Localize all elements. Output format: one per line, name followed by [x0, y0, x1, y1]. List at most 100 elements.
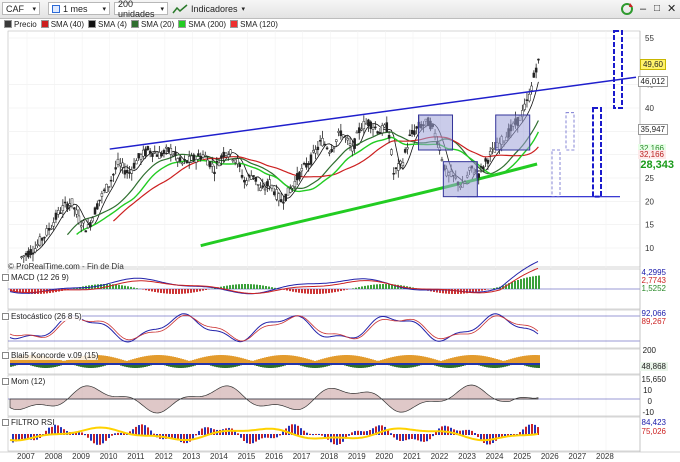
macd-histogram-bar — [442, 289, 444, 294]
maximize-button[interactable]: □ — [654, 1, 660, 16]
blai5-blue-bar — [50, 363, 52, 365]
blai5-green-bar — [326, 363, 328, 367]
blai5-orange-bar — [492, 357, 494, 363]
blai5-green-bar — [314, 363, 316, 368]
blai5-green-bar — [208, 363, 210, 366]
rsi-bar — [345, 434, 347, 439]
candle-body — [390, 149, 393, 155]
candle-body — [293, 180, 297, 187]
candle-body — [105, 183, 108, 193]
rsi-bar — [468, 429, 470, 435]
candle-body — [325, 147, 329, 150]
rsi-bar — [249, 434, 251, 444]
refresh-button[interactable] — [620, 1, 634, 16]
macd-histogram-bar — [253, 284, 255, 289]
blai5-pane-label[interactable]: Blai5 Koncorde v.09 (15) — [2, 351, 99, 360]
period-selector[interactable]: 1 mes ▾ — [48, 2, 110, 15]
candle-body — [197, 153, 200, 156]
candle-body — [498, 143, 501, 150]
blai5-green-bar — [74, 363, 76, 366]
blai5-green-bar — [78, 363, 80, 367]
blai5-green-bar — [194, 363, 196, 366]
blai5-blue-bar — [398, 363, 400, 365]
blai5-orange-bar — [486, 356, 488, 363]
candle-body — [449, 171, 453, 177]
legend-item-4[interactable]: SMA (200) — [178, 20, 226, 29]
candle-body — [63, 201, 67, 204]
blai5-green-bar — [144, 363, 146, 367]
blai5-blue-bar — [168, 363, 170, 365]
mom-pane-label[interactable]: Mom (12) — [2, 377, 46, 386]
blai5-value-2: 48,868 — [639, 362, 668, 371]
macd-histogram-bar — [205, 289, 207, 290]
blai5-blue-bar — [478, 363, 480, 365]
stoch-d-line — [9, 314, 539, 342]
blai5-green-bar — [498, 363, 500, 368]
blai5-orange-bar — [212, 355, 214, 363]
blai5-orange-bar — [166, 355, 168, 363]
stoch-pane-label[interactable]: Estocástico (26 8 5) — [2, 312, 82, 321]
macd-histogram-bar — [217, 287, 219, 289]
legend-item-0[interactable]: Precio — [4, 20, 37, 29]
indicators-button[interactable]: Indicadores ▾ — [172, 1, 245, 16]
macd-pane-label[interactable]: MACD (12 26 9) — [2, 273, 69, 282]
range-box-3 — [495, 114, 531, 151]
units-selector[interactable]: 200 unidades ▾ — [114, 0, 168, 19]
rsi-bar — [342, 434, 344, 442]
blai5-orange-bar — [522, 356, 524, 363]
symbol-selector[interactable]: CAF ▾ — [2, 2, 40, 15]
blai5-orange-bar — [510, 358, 512, 363]
blai5-green-bar — [458, 363, 460, 367]
rsi-bar — [69, 431, 71, 435]
legend-item-1[interactable]: SMA (40) — [40, 20, 84, 29]
blai5-orange-bar — [60, 360, 62, 363]
blai5-orange-bar — [404, 355, 406, 363]
blai5-orange-bar — [360, 356, 362, 363]
candle-body — [238, 164, 242, 167]
blai5-orange-bar — [110, 356, 112, 363]
legend-item-5[interactable]: SMA (120) — [230, 20, 278, 29]
blai5-blue-bar — [500, 363, 502, 365]
blai5-green-bar — [396, 363, 398, 368]
blai5-blue-bar — [198, 363, 200, 365]
legend-item-2[interactable]: SMA (4) — [88, 20, 127, 29]
blai5-orange-bar — [118, 358, 120, 363]
blai5-orange-bar — [134, 358, 136, 363]
blai5-orange-bar — [188, 360, 190, 363]
blai5-orange-bar — [362, 356, 364, 363]
minimize-button[interactable]: – — [640, 1, 646, 16]
rsi-bar — [477, 434, 479, 438]
candle-body — [295, 173, 299, 181]
blai5-orange-bar — [278, 355, 280, 363]
macd-histogram-bar — [298, 289, 300, 293]
rsi-bar — [117, 432, 119, 435]
rsi-bar — [405, 434, 407, 441]
blai5-orange-bar — [344, 355, 346, 363]
blai5-blue-bar — [302, 363, 304, 365]
blai5-orange-bar — [254, 360, 256, 363]
legend-item-3[interactable]: SMA (20) — [130, 20, 174, 29]
blai5-orange-bar — [320, 359, 322, 363]
candle-body — [491, 147, 494, 150]
macd-histogram-bar — [103, 284, 105, 289]
candle-body — [261, 185, 264, 188]
candle-body — [318, 140, 322, 142]
close-button[interactable]: ✕ — [667, 1, 676, 16]
rsi-bar — [498, 434, 500, 439]
blai5-blue-bar — [242, 363, 244, 365]
candle-body — [312, 150, 315, 153]
blai5-blue-bar — [440, 363, 442, 365]
blai5-orange-bar — [178, 357, 180, 363]
macd-histogram-bar — [88, 285, 90, 289]
candle-body — [525, 99, 529, 101]
rsi-bar — [456, 430, 458, 435]
blai5-green-bar — [510, 363, 512, 366]
rsi-bar — [213, 429, 215, 435]
blai5-blue-bar — [524, 363, 526, 365]
rsi-pane-label[interactable]: FILTRO RSI — [2, 418, 55, 427]
blai5-green-bar — [310, 363, 312, 368]
blai5-orange-bar — [432, 358, 434, 363]
stoch-pane-frame — [7, 309, 641, 349]
blai5-blue-bar — [132, 363, 134, 365]
blai5-green-bar — [120, 363, 122, 366]
